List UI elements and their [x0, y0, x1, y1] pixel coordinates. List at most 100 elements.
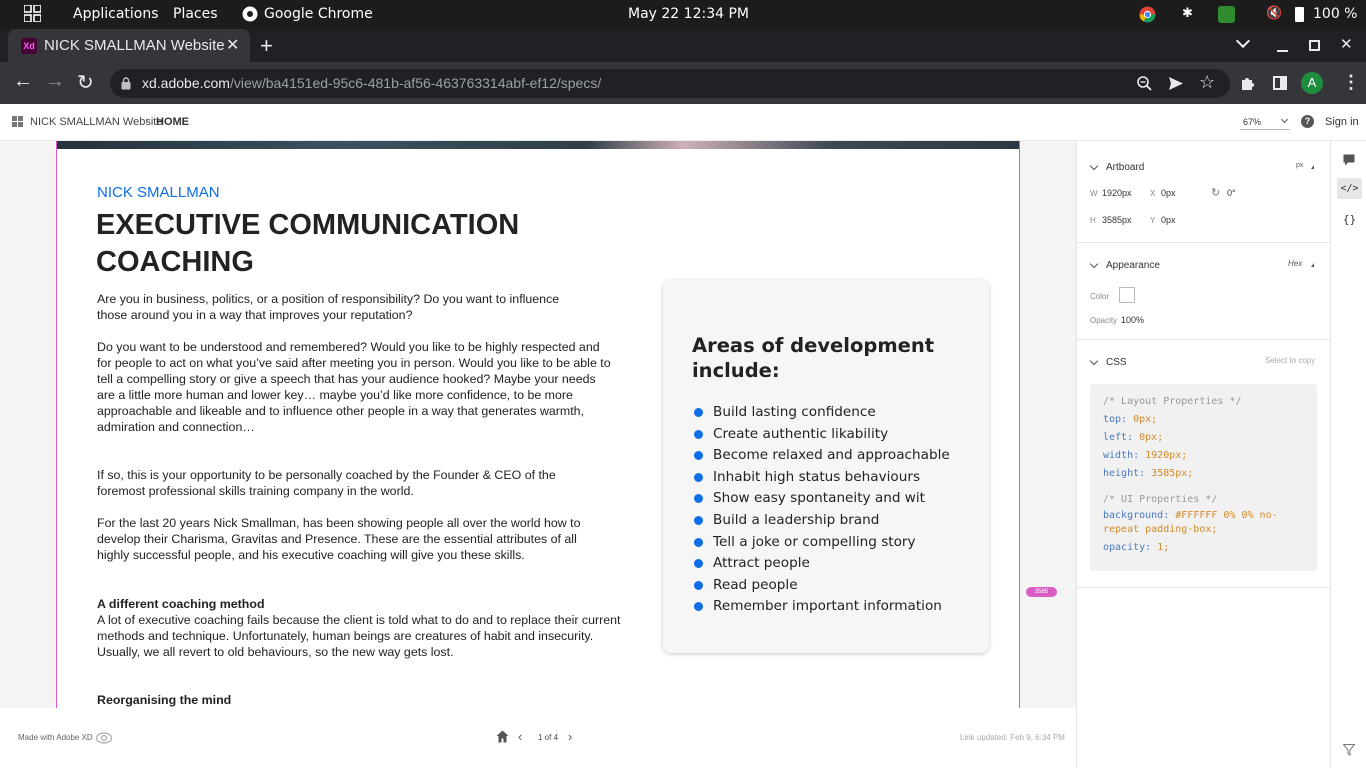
volume-muted-icon[interactable]: 🔇: [1266, 6, 1282, 21]
css-code-block[interactable]: /* Layout Properties */ top: 0px; left: …: [1090, 384, 1317, 571]
unit-dropdown-icon[interactable]: [1311, 165, 1314, 169]
rotation-value: 0°: [1227, 188, 1236, 198]
battery-level: 100 %: [1313, 6, 1358, 22]
css-width-line: width: 1920px;: [1103, 450, 1188, 461]
chrome-tray-icon[interactable]: [1139, 6, 1156, 23]
opacity-label: Opacity: [1090, 316, 1118, 325]
maximize-button[interactable]: [1309, 40, 1320, 51]
update-tray-icon[interactable]: [1218, 6, 1235, 23]
css-background-line-2: repeat padding-box;: [1103, 524, 1218, 535]
battery-icon[interactable]: [1295, 7, 1304, 22]
help-icon[interactable]: ?: [1301, 115, 1314, 128]
extensions-icon[interactable]: [1240, 75, 1256, 91]
clock[interactable]: May 22 12:34 PM: [628, 6, 749, 22]
divider: [1077, 587, 1331, 588]
specs-code-icon[interactable]: </>: [1337, 178, 1362, 199]
variables-icon[interactable]: {}: [1337, 209, 1362, 230]
heading-line-2: COACHING: [96, 246, 254, 278]
appearance-section-title[interactable]: Appearance: [1106, 260, 1160, 271]
area-item: Show easy spontaneity and wit: [713, 490, 926, 507]
bookmark-star-icon[interactable]: ☆: [1199, 72, 1215, 93]
app-grid-icon[interactable]: [24, 5, 41, 22]
reload-button[interactable]: ↻: [77, 70, 94, 95]
body-paragraph-4: For the last 20 years Nick Smallman, has…: [97, 516, 581, 563]
css-top-line: top: 0px;: [1103, 414, 1158, 425]
body-paragraph-3: If so, this is your opportunity to be pe…: [97, 468, 556, 499]
artboard[interactable]: NICK SMALLMAN EXECUTIVE COMMUNICATION CO…: [56, 141, 1020, 708]
bullet-icon: [694, 602, 703, 612]
back-button[interactable]: ←: [13, 70, 33, 93]
previous-page-button[interactable]: ‹: [518, 729, 522, 744]
artboard-collapse-icon[interactable]: [1089, 161, 1099, 171]
minimize-button[interactable]: [1277, 50, 1288, 52]
color-label: Color: [1090, 292, 1110, 301]
body-paragraph-2: Do you want to be understood and remembe…: [97, 340, 611, 435]
bullet-icon: [694, 429, 703, 439]
bullet-icon: [694, 472, 703, 482]
h-label: H: [1090, 216, 1096, 225]
rotation-icon: ↻: [1211, 187, 1221, 199]
x-label: X: [1150, 189, 1156, 198]
grid-view-icon[interactable]: [12, 116, 23, 127]
comments-icon[interactable]: [1343, 154, 1355, 166]
bullet-icon: [694, 580, 703, 590]
specs-panel: Artboard px W 1920px X 0px ↻ 0° H 3585px…: [1076, 141, 1331, 768]
home-icon[interactable]: [496, 730, 509, 743]
zoom-icon[interactable]: [1137, 76, 1152, 91]
applications-menu[interactable]: Applications: [73, 6, 159, 22]
profile-avatar[interactable]: A: [1301, 72, 1323, 94]
send-icon[interactable]: [1168, 76, 1184, 91]
divider: [1077, 339, 1331, 340]
areas-title: Areas of development include:: [692, 334, 935, 382]
xd-favicon-icon: Xd: [21, 38, 37, 54]
brand-name: NICK SMALLMAN: [97, 184, 220, 201]
close-window-button[interactable]: ✕: [1340, 35, 1353, 53]
css-opacity-line: opacity: 1;: [1103, 542, 1170, 553]
area-item: Become relaxed and approachable: [713, 447, 950, 464]
color-format-dropdown-icon[interactable]: [1311, 263, 1314, 267]
appearance-collapse-icon[interactable]: [1089, 259, 1099, 269]
link-updated-label: Link updated: Feb 9, 6:34 PM: [960, 733, 1065, 742]
reorg-heading: Reorganising the mind: [97, 693, 232, 707]
height-value: 3585px: [1102, 215, 1132, 225]
zoom-chevron-icon[interactable]: [1280, 115, 1289, 124]
css-collapse-icon[interactable]: [1089, 356, 1099, 366]
color-format-select[interactable]: Hex: [1288, 259, 1302, 268]
next-page-button[interactable]: ›: [568, 729, 572, 744]
bluetooth-icon[interactable]: ✱: [1182, 6, 1193, 21]
close-tab-icon[interactable]: ✕: [226, 35, 239, 55]
side-panel-icon[interactable]: [1273, 76, 1287, 90]
new-tab-button[interactable]: +: [260, 33, 273, 59]
opacity-value: 100%: [1121, 315, 1145, 325]
chrome-menu-icon[interactable]: ⋮: [1342, 72, 1360, 93]
design-canvas[interactable]: NICK SMALLMAN EXECUTIVE COMMUNICATION CO…: [0, 141, 1076, 708]
area-item: Build lasting confidence: [713, 404, 876, 420]
sign-in-link[interactable]: Sign in: [1325, 116, 1359, 128]
viewer-footer: Made with Adobe XD ‹ 1 of 4 › Link updat…: [0, 708, 1076, 768]
system-top-bar: Applications Places Google Chrome May 22…: [0, 0, 1366, 29]
zoom-select[interactable]: 67%: [1243, 117, 1261, 127]
bullet-icon: [694, 451, 703, 461]
intro-paragraph: Are you in business, politics, or a posi…: [97, 292, 560, 323]
css-layout-comment: /* Layout Properties */: [1103, 396, 1242, 407]
css-section-title[interactable]: CSS: [1106, 357, 1127, 368]
filter-icon[interactable]: [1343, 744, 1355, 756]
chrome-icon: [242, 6, 258, 22]
artboard-section-title[interactable]: Artboard: [1106, 162, 1144, 173]
url-path: /view/ba4151ed-95c6-481b-af56-463763314a…: [229, 75, 602, 91]
active-app-menu[interactable]: Google Chrome: [264, 6, 373, 22]
places-menu[interactable]: Places: [173, 6, 218, 22]
hero-image: [57, 141, 1019, 149]
breadcrumb-project[interactable]: NICK SMALLMAN Website: [30, 116, 162, 128]
breadcrumb-page: HOME: [156, 116, 189, 128]
forward-button[interactable]: →: [45, 70, 65, 93]
unit-select[interactable]: px: [1296, 162, 1303, 169]
bullet-icon: [694, 494, 703, 504]
address-bar[interactable]: xd.adobe.com/view/ba4151ed-95c6-481b-af5…: [110, 69, 1230, 98]
creative-cloud-icon: [95, 732, 113, 744]
bullet-icon: [694, 516, 703, 525]
color-swatch[interactable]: [1119, 287, 1135, 303]
lock-icon[interactable]: [121, 77, 131, 90]
divider: [1077, 242, 1331, 243]
browser-tab[interactable]: Xd NICK SMALLMAN Website ✕: [8, 29, 250, 62]
